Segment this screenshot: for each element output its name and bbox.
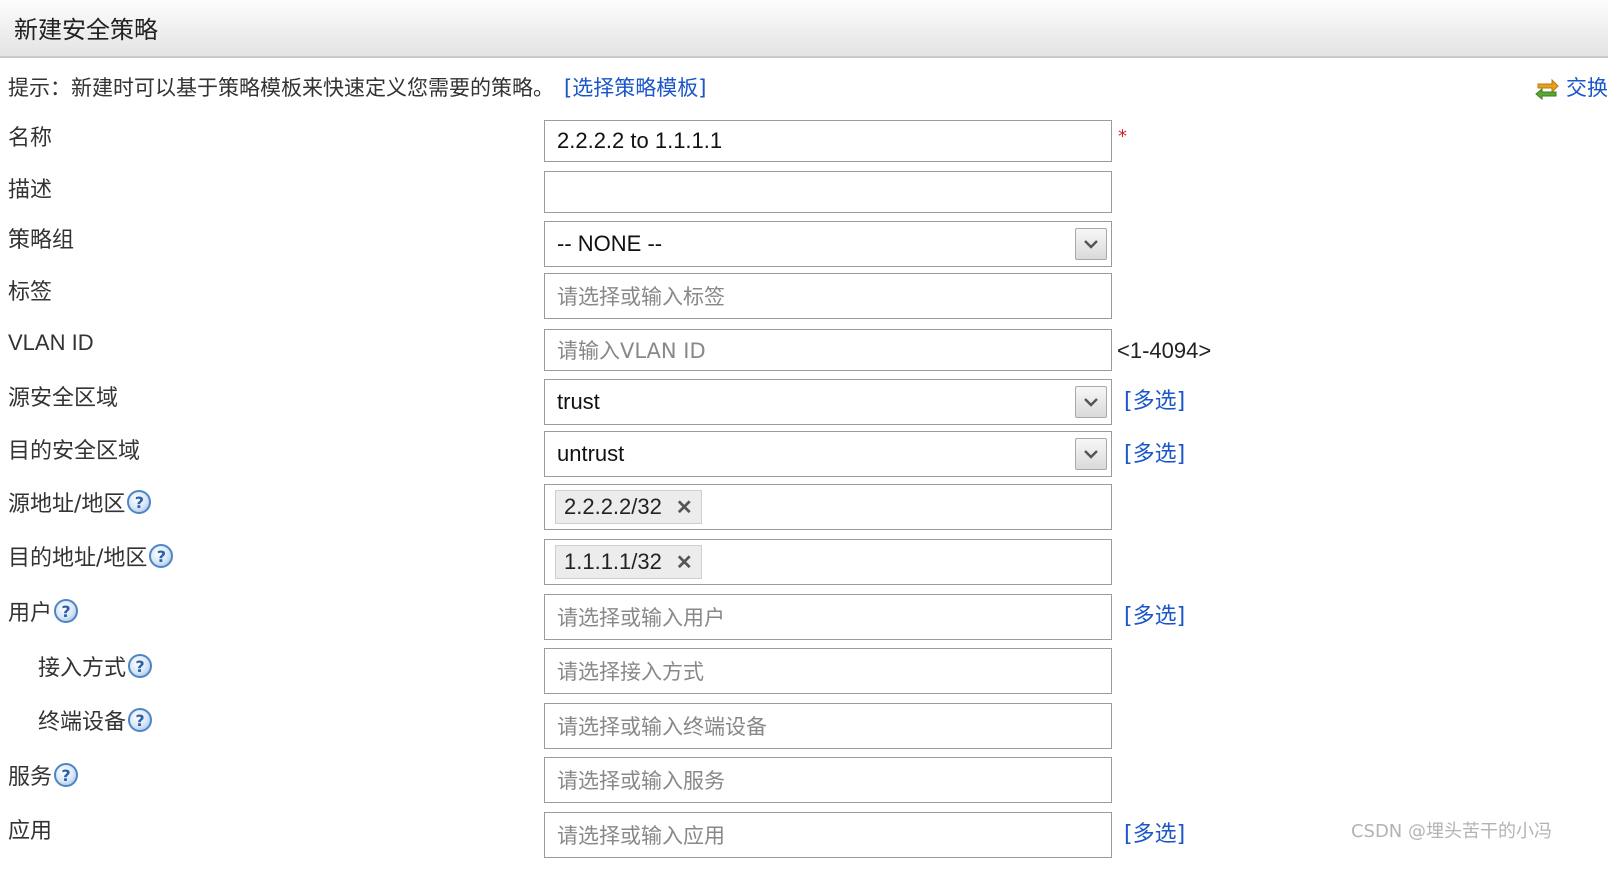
select-template-link[interactable]: [选择策略模板]	[564, 76, 706, 100]
src-zone-value: trust	[557, 389, 600, 414]
access-label-text: 接入方式	[38, 656, 127, 681]
swap-arrows-icon	[1534, 74, 1560, 101]
service-input[interactable]: 请选择或输入服务	[544, 757, 1112, 803]
src-addr-tag: 2.2.2.2/32 ✕	[555, 490, 702, 524]
user-label-text: 用户	[8, 601, 53, 626]
src-addr-tag-text: 2.2.2.2/32	[564, 494, 662, 519]
tag-label-text: 标签	[8, 280, 53, 305]
terminal-label: 终端设备?	[38, 704, 153, 736]
src-addr-input[interactable]: 2.2.2.2/32 ✕	[544, 484, 1112, 530]
help-icon[interactable]: ?	[54, 763, 79, 787]
policy-group-value: -- NONE --	[557, 231, 663, 256]
policy-group-select[interactable]: -- NONE --	[544, 221, 1112, 267]
tag-label: 标签	[8, 274, 52, 306]
service-label-text: 服务	[8, 765, 53, 790]
access-input[interactable]: 请选择接入方式	[544, 648, 1112, 694]
required-mark: *	[1118, 126, 1127, 147]
vlan-label-text: VLAN ID	[8, 330, 94, 355]
tag-input[interactable]: 请选择或输入标签	[544, 273, 1112, 319]
close-icon[interactable]: ✕	[676, 495, 693, 520]
close-icon[interactable]: ✕	[676, 550, 693, 575]
description-label: 描述	[8, 172, 52, 204]
help-icon[interactable]: ?	[149, 544, 174, 568]
swap-label: 交换	[1566, 76, 1608, 100]
application-placeholder: 请选择或输入应用	[557, 824, 725, 848]
src-zone-label-text: 源安全区域	[8, 386, 119, 411]
dst-addr-label-text: 目的地址/地区	[8, 546, 148, 571]
page-title: 新建安全策略	[14, 16, 158, 44]
access-placeholder: 请选择接入方式	[557, 660, 704, 684]
user-label: 用户?	[8, 595, 79, 627]
terminal-label-text: 终端设备	[38, 710, 127, 735]
dst-zone-value: untrust	[557, 441, 625, 466]
service-label: 服务?	[8, 759, 79, 791]
watermark: CSDN @埋头苦干的小冯	[1350, 821, 1552, 842]
help-icon[interactable]: ?	[127, 490, 152, 514]
dst-zone-label-text: 目的安全区域	[8, 439, 141, 464]
application-multi-link[interactable]: [多选]	[1124, 816, 1185, 848]
chevron-down-icon[interactable]	[1075, 386, 1107, 418]
src-zone-label: 源安全区域	[8, 380, 118, 412]
user-multi-link[interactable]: [多选]	[1124, 598, 1185, 630]
policy-group-label: 策略组	[8, 222, 74, 254]
terminal-input[interactable]: 请选择或输入终端设备	[544, 703, 1112, 749]
application-input[interactable]: 请选择或输入应用	[544, 812, 1112, 858]
user-input[interactable]: 请选择或输入用户	[544, 594, 1112, 640]
tag-placeholder: 请选择或输入标签	[557, 285, 725, 309]
title-bar: 新建安全策略	[0, 0, 1608, 58]
application-label-text: 应用	[8, 819, 53, 844]
policy-group-label-text: 策略组	[8, 228, 75, 253]
hint-row: 提示：新建时可以基于策略模板来快速定义您需要的策略。 [选择策略模板]	[8, 72, 706, 102]
dst-addr-tag: 1.1.1.1/32 ✕	[555, 545, 702, 579]
vlan-placeholder: 请输入VLAN ID	[557, 339, 706, 363]
user-placeholder: 请选择或输入用户	[557, 606, 725, 630]
dst-addr-tag-text: 1.1.1.1/32	[564, 549, 662, 574]
swap-button[interactable]: 交换	[1534, 72, 1608, 102]
vlan-input[interactable]: 请输入VLAN ID	[544, 329, 1112, 371]
dst-addr-input[interactable]: 1.1.1.1/32 ✕	[544, 539, 1112, 585]
src-zone-select[interactable]: trust	[544, 379, 1112, 425]
dst-zone-select[interactable]: untrust	[544, 431, 1112, 477]
src-zone-multi-link[interactable]: [多选]	[1124, 383, 1185, 415]
vlan-label: VLAN ID	[8, 330, 94, 356]
dst-zone-label: 目的安全区域	[8, 433, 140, 465]
name-value: 2.2.2.2 to 1.1.1.1	[557, 128, 723, 153]
chevron-down-icon[interactable]	[1075, 228, 1107, 260]
help-icon[interactable]: ?	[128, 708, 153, 732]
name-input[interactable]: 2.2.2.2 to 1.1.1.1	[544, 120, 1112, 162]
application-label: 应用	[8, 813, 52, 845]
access-label: 接入方式?	[38, 650, 153, 682]
dst-zone-multi-link[interactable]: [多选]	[1124, 436, 1185, 468]
chevron-down-icon[interactable]	[1075, 438, 1107, 470]
name-label-text: 名称	[8, 126, 53, 151]
help-icon[interactable]: ?	[54, 599, 79, 623]
hint-text: 提示：新建时可以基于策略模板来快速定义您需要的策略。	[8, 76, 554, 100]
service-placeholder: 请选择或输入服务	[557, 769, 725, 793]
description-label-text: 描述	[8, 178, 53, 203]
help-icon[interactable]: ?	[128, 654, 153, 678]
description-input[interactable]	[544, 171, 1112, 213]
dst-addr-label: 目的地址/地区?	[8, 540, 174, 572]
src-addr-label-text: 源地址/地区	[8, 492, 126, 517]
name-label: 名称	[8, 120, 52, 152]
terminal-placeholder: 请选择或输入终端设备	[557, 715, 767, 739]
src-addr-label: 源地址/地区?	[8, 486, 152, 518]
vlan-range-hint: <1-4094>	[1117, 338, 1212, 363]
